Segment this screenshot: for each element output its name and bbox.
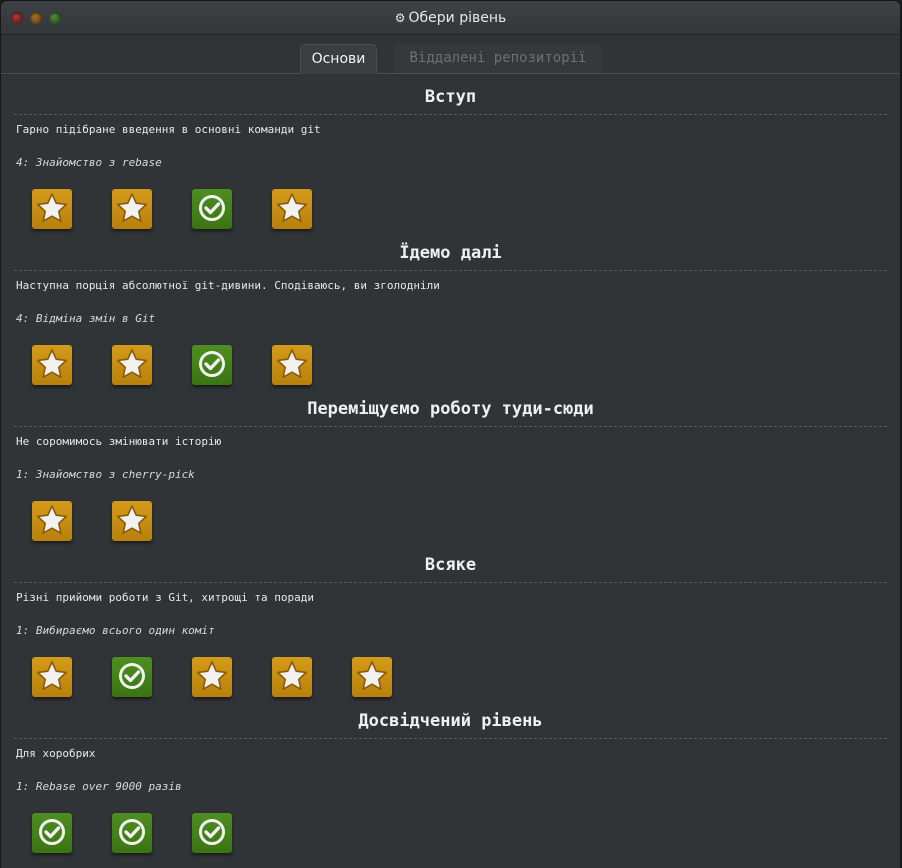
sequence-divider bbox=[14, 114, 887, 115]
current-level-label: 1: Вибираємо всього один коміт bbox=[16, 624, 215, 637]
current-level-label: 1: Знайомство з cherry-pick bbox=[16, 468, 195, 481]
level-button-star[interactable] bbox=[32, 657, 72, 697]
level-button-star[interactable] bbox=[32, 501, 72, 541]
gear-icon: ⚙ bbox=[394, 11, 406, 25]
sequence-list: Вступ Гарно підібране введення в основні … bbox=[1, 74, 900, 868]
sequence-divider bbox=[14, 738, 887, 739]
sequence-section: Переміщуємо роботу туди-сюди Не соромимос… bbox=[1, 386, 900, 542]
level-button-star[interactable] bbox=[112, 501, 152, 541]
level-button-star[interactable] bbox=[112, 345, 152, 385]
current-level-label: 4: Знайомство з rebase bbox=[16, 156, 162, 169]
level-button-star[interactable] bbox=[32, 189, 72, 229]
tab-basics[interactable]: Основи bbox=[300, 44, 377, 74]
sequence-description: Для хоробрих bbox=[16, 747, 96, 760]
tab-remote-repositories[interactable]: Віддалені репозиторії bbox=[394, 44, 602, 73]
window-title: ⚙ Обери рівень bbox=[1, 10, 900, 26]
level-button-star[interactable] bbox=[32, 345, 72, 385]
sequence-title: Переміщуємо роботу туди-сюди bbox=[307, 399, 594, 419]
current-level-label: 1: Rebase over 9000 разів bbox=[16, 780, 182, 793]
sequence-section: Вступ Гарно підібране введення в основні … bbox=[1, 74, 900, 230]
sequence-title: Їдемо далі bbox=[399, 243, 502, 263]
title-bar: ⚙ Обери рівень bbox=[1, 1, 900, 35]
sequence-description: Гарно підібране введення в основні коман… bbox=[16, 123, 321, 136]
level-button-completed[interactable] bbox=[112, 657, 152, 697]
sequence-divider bbox=[14, 270, 887, 271]
sequence-section: Їдемо далі Наступна порція абсолютної git… bbox=[1, 230, 900, 386]
level-button-star[interactable] bbox=[192, 657, 232, 697]
level-button-completed[interactable] bbox=[192, 813, 232, 853]
level-button-completed[interactable] bbox=[32, 813, 72, 853]
sequence-description: Різні прийоми роботи з Git, хитрощі та п… bbox=[16, 591, 315, 604]
level-select-window: ⚙ Обери рівень Основи Віддалені репозитор… bbox=[1, 1, 900, 868]
level-button-star[interactable] bbox=[272, 657, 312, 697]
window-title-text: Обери рівень bbox=[408, 10, 507, 26]
tab-bar: Основи Віддалені репозиторії bbox=[1, 35, 900, 74]
level-button-completed[interactable] bbox=[192, 345, 232, 385]
level-button-star[interactable] bbox=[112, 189, 152, 229]
level-button-star[interactable] bbox=[352, 657, 392, 697]
level-button-star[interactable] bbox=[272, 345, 312, 385]
sequence-section: Всяке Різні прийоми роботи з Git, хитрощі… bbox=[1, 542, 900, 698]
sequence-title: Досвідчений рівень bbox=[358, 711, 543, 731]
current-level-label: 4: Відміна змін в Git bbox=[16, 312, 156, 325]
sequence-description: Наступна порція абсолютної git-дивини. С… bbox=[16, 279, 440, 292]
level-button-star[interactable] bbox=[272, 189, 312, 229]
sequence-divider bbox=[14, 426, 887, 427]
sequence-title: Всяке bbox=[424, 555, 477, 575]
sequence-divider bbox=[14, 582, 887, 583]
sequence-section: Досвідчений рівень Для хоробрих 1: Rebase … bbox=[1, 698, 900, 854]
level-button-completed[interactable] bbox=[192, 189, 232, 229]
level-button-completed[interactable] bbox=[112, 813, 152, 853]
sequence-description: Не соромимось змінювати історію bbox=[16, 435, 222, 448]
sequence-title: Вступ bbox=[424, 87, 477, 107]
